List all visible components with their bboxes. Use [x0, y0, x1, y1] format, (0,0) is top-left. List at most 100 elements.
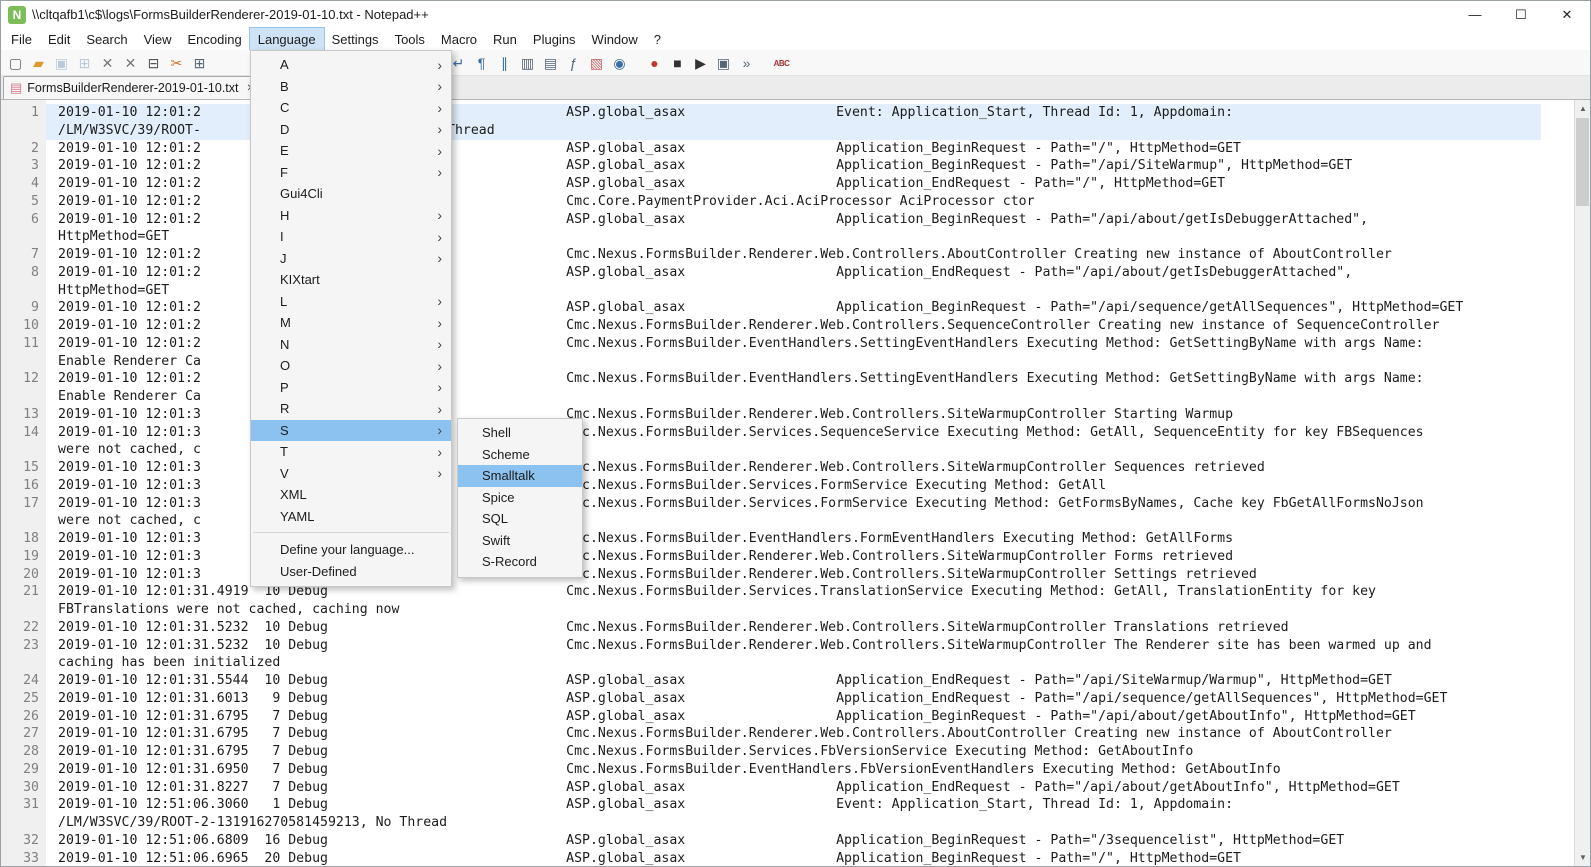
- menubar-item-edit[interactable]: Edit: [40, 28, 78, 50]
- document-map-icon[interactable]: ▥: [518, 54, 537, 73]
- language-menu-item-n[interactable]: N›: [251, 334, 451, 356]
- stop-macro-icon[interactable]: ■: [668, 54, 687, 73]
- scrollbar-thumb[interactable]: [1576, 118, 1589, 206]
- language-menu-item-define-your-language[interactable]: Define your language...: [251, 539, 451, 561]
- submenu-item-s-record[interactable]: S-Record: [458, 551, 582, 573]
- log-line-21[interactable]: 212019-01-10 12:01:31.4919 10 DebugCmc.N…: [1, 583, 1574, 601]
- function-list-icon[interactable]: ƒ: [564, 54, 583, 73]
- log-line-wrap[interactable]: were not cached, c: [1, 512, 1574, 530]
- language-menu-item-kixtart[interactable]: KIXtart: [251, 269, 451, 291]
- log-line-22[interactable]: 222019-01-10 12:01:31.5232 10 DebugCmc.N…: [1, 619, 1574, 637]
- close-all-icon[interactable]: ✕: [121, 54, 140, 73]
- menubar-item-encoding[interactable]: Encoding: [180, 28, 250, 50]
- monitoring-icon[interactable]: ◉: [610, 54, 629, 73]
- log-line-13[interactable]: 132019-01-10 12:01:3Cmc.Nexus.FormsBuild…: [1, 406, 1574, 424]
- log-line-wrap[interactable]: were not cached, c: [1, 441, 1574, 459]
- language-menu-item-yaml[interactable]: YAML: [251, 506, 451, 528]
- log-line-wrap[interactable]: Enable Renderer Ca: [1, 353, 1574, 371]
- tab-formsbuilderrenderer[interactable]: ▤ FormsBuilderRenderer-2019-01-10.txt ✕: [3, 76, 262, 99]
- spell-check-icon[interactable]: ABC: [772, 54, 791, 73]
- log-line-3[interactable]: 32019-01-10 12:01:2ASP.global_asaxApplic…: [1, 157, 1574, 175]
- menubar-item-tools[interactable]: Tools: [387, 28, 433, 50]
- save-all-icon[interactable]: ⊞: [75, 54, 94, 73]
- log-line-11[interactable]: 112019-01-10 12:01:2Cmc.Nexus.FormsBuild…: [1, 335, 1574, 353]
- log-line-33[interactable]: 332019-01-10 12:51:06.6965 20 DebugASP.g…: [1, 850, 1574, 867]
- language-menu-item-e[interactable]: E›: [251, 140, 451, 162]
- language-menu-item-s[interactable]: S›: [251, 420, 451, 442]
- log-line-14[interactable]: 142019-01-10 12:01:3Cmc.Nexus.FormsBuild…: [1, 424, 1574, 442]
- log-line-29[interactable]: 292019-01-10 12:01:31.6950 7 DebugCmc.Ne…: [1, 761, 1574, 779]
- log-line-23[interactable]: 232019-01-10 12:01:31.5232 10 DebugCmc.N…: [1, 637, 1574, 655]
- log-line-wrap[interactable]: HttpMethod=GET: [1, 228, 1574, 246]
- language-menu-item-l[interactable]: L›: [251, 291, 451, 313]
- copy-icon[interactable]: ⊞: [190, 54, 209, 73]
- log-line-16[interactable]: 162019-01-10 12:01:3Cmc.Nexus.FormsBuild…: [1, 477, 1574, 495]
- log-line-27[interactable]: 272019-01-10 12:01:31.6795 7 DebugCmc.Ne…: [1, 725, 1574, 743]
- log-line-18[interactable]: 182019-01-10 12:01:3Cmc.Nexus.FormsBuild…: [1, 530, 1574, 548]
- language-menu-item-j[interactable]: J›: [251, 248, 451, 270]
- log-line-2[interactable]: 22019-01-10 12:01:2ASP.global_asaxApplic…: [1, 140, 1574, 158]
- log-line-wrap[interactable]: /LM/W3SVC/39/ROOT-2-131916270581459213, …: [1, 814, 1574, 832]
- submenu-item-spice[interactable]: Spice: [458, 487, 582, 509]
- log-line-31[interactable]: 312019-01-10 12:51:06.3060 1 DebugASP.gl…: [1, 796, 1574, 814]
- menubar-item-settings[interactable]: Settings: [324, 28, 387, 50]
- log-line-30[interactable]: 302019-01-10 12:01:31.8227 7 DebugASP.gl…: [1, 779, 1574, 797]
- vertical-scrollbar[interactable]: ▲ ▼: [1574, 100, 1590, 866]
- submenu-item-scheme[interactable]: Scheme: [458, 444, 582, 466]
- log-line-32[interactable]: 322019-01-10 12:51:06.6809 16 DebugASP.g…: [1, 832, 1574, 850]
- submenu-item-shell[interactable]: Shell: [458, 422, 582, 444]
- log-line-1[interactable]: 12019-01-10 12:01:2ASP.global_asaxEvent:…: [1, 104, 1574, 122]
- log-line-17[interactable]: 172019-01-10 12:01:3Cmc.Nexus.FormsBuild…: [1, 495, 1574, 513]
- log-line-25[interactable]: 252019-01-10 12:01:31.6013 9 DebugASP.gl…: [1, 690, 1574, 708]
- language-menu-item-t[interactable]: T›: [251, 441, 451, 463]
- log-line-wrap[interactable]: FBTranslations were not cached, caching …: [1, 601, 1574, 619]
- log-line-9[interactable]: 92019-01-10 12:01:2ASP.global_asaxApplic…: [1, 299, 1574, 317]
- language-menu-item-gui4cli[interactable]: Gui4Cli: [251, 183, 451, 205]
- log-line-20[interactable]: 202019-01-10 12:01:3Cmc.Nexus.FormsBuild…: [1, 566, 1574, 584]
- log-line-10[interactable]: 102019-01-10 12:01:2Cmc.Nexus.FormsBuild…: [1, 317, 1574, 335]
- log-line-26[interactable]: 262019-01-10 12:01:31.6795 7 DebugASP.gl…: [1, 708, 1574, 726]
- log-line-wrap[interactable]: HttpMethod=GET: [1, 282, 1574, 300]
- submenu-item-smalltalk[interactable]: Smalltalk: [458, 465, 582, 487]
- log-line-28[interactable]: 282019-01-10 12:01:31.6795 7 DebugCmc.Ne…: [1, 743, 1574, 761]
- log-line-wrap[interactable]: caching has been initialized: [1, 654, 1574, 672]
- menubar-item-view[interactable]: View: [136, 28, 180, 50]
- record-macro-icon[interactable]: ●: [645, 54, 664, 73]
- log-line-wrap[interactable]: Enable Renderer Ca: [1, 388, 1574, 406]
- print-icon[interactable]: ⊟: [144, 54, 163, 73]
- close-file-icon[interactable]: ✕: [98, 54, 117, 73]
- log-line-4[interactable]: 42019-01-10 12:01:2ASP.global_asaxApplic…: [1, 175, 1574, 193]
- scroll-up-arrow-icon[interactable]: ▲: [1575, 100, 1591, 117]
- language-menu-item-m[interactable]: M›: [251, 312, 451, 334]
- language-menu-item-user-defined[interactable]: User-Defined: [251, 561, 451, 583]
- menubar-item-plugins[interactable]: Plugins: [525, 28, 584, 50]
- open-file-icon[interactable]: ▰: [29, 54, 48, 73]
- language-menu-item-i[interactable]: I›: [251, 226, 451, 248]
- language-menu-item-r[interactable]: R›: [251, 398, 451, 420]
- save-macro-icon[interactable]: ▣: [714, 54, 733, 73]
- log-line-5[interactable]: 52019-01-10 12:01:2Cmc.Core.PaymentProvi…: [1, 193, 1574, 211]
- menubar-item-run[interactable]: Run: [485, 28, 525, 50]
- log-line-12[interactable]: 122019-01-10 12:01:2Cmc.Nexus.FormsBuild…: [1, 370, 1574, 388]
- menubar-item-file[interactable]: File: [3, 28, 40, 50]
- language-menu-item-xml[interactable]: XML: [251, 484, 451, 506]
- minimize-button[interactable]: —: [1452, 1, 1498, 28]
- cut-icon[interactable]: ✂: [167, 54, 186, 73]
- menubar-item-help[interactable]: ?: [646, 28, 669, 50]
- language-menu-item-b[interactable]: B›: [251, 76, 451, 98]
- submenu-item-swift[interactable]: Swift: [458, 530, 582, 552]
- log-line-6[interactable]: 62019-01-10 12:01:2ASP.global_asaxApplic…: [1, 211, 1574, 229]
- folder-as-workspace-icon[interactable]: ▧: [587, 54, 606, 73]
- language-menu-item-v[interactable]: V›: [251, 463, 451, 485]
- show-all-characters-icon[interactable]: ¶: [472, 54, 491, 73]
- menubar-item-macro[interactable]: Macro: [433, 28, 485, 50]
- language-menu-item-f[interactable]: F›: [251, 162, 451, 184]
- language-menu-item-a[interactable]: A›: [251, 54, 451, 76]
- language-menu-item-h[interactable]: H›: [251, 205, 451, 227]
- indent-guide-icon[interactable]: ∥: [495, 54, 514, 73]
- language-menu-item-c[interactable]: C›: [251, 97, 451, 119]
- log-line-19[interactable]: 192019-01-10 12:01:3Cmc.Nexus.FormsBuild…: [1, 548, 1574, 566]
- run-macro-multiple-icon[interactable]: »: [737, 54, 756, 73]
- log-line-wrap[interactable]: /LM/W3SVC/39/ROOT-, No Thread: [1, 122, 1574, 140]
- menubar-item-search[interactable]: Search: [78, 28, 135, 50]
